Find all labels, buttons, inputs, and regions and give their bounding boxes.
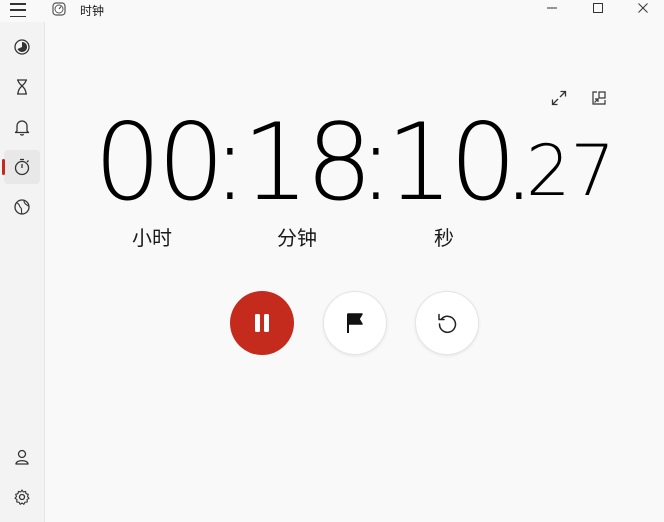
sidebar-item-world-clock[interactable]: [4, 190, 40, 224]
maximize-button[interactable]: [586, 0, 610, 16]
sidebar-item-stopwatch[interactable]: [2, 150, 40, 184]
hours-label: 小时: [132, 226, 172, 250]
minimize-button[interactable]: [540, 0, 564, 16]
seconds-label: 秒: [434, 226, 454, 250]
reset-button[interactable]: [415, 291, 479, 355]
separator-colon: :: [358, 101, 394, 224]
focus-icon: [14, 39, 30, 55]
pause-button[interactable]: [230, 291, 294, 355]
seconds-value: 10: [386, 101, 517, 224]
hours-value: 00: [94, 101, 225, 224]
compact-overlay-icon: [592, 91, 606, 105]
timer-hourglass-icon: [17, 79, 27, 95]
sidebar-item-alarm[interactable]: [4, 110, 40, 144]
compact-overlay-button[interactable]: [588, 87, 610, 109]
world-clock-icon: [14, 199, 30, 215]
centiseconds-value: 27: [526, 130, 616, 212]
close-icon: [638, 3, 648, 13]
close-button[interactable]: [631, 0, 655, 16]
sidebar-item-account[interactable]: [4, 440, 40, 474]
lap-flag-icon: [347, 313, 363, 333]
maximize-icon: [593, 3, 603, 13]
minutes-label: 分钟: [277, 226, 317, 250]
settings-gear-icon: [14, 489, 30, 505]
separator-colon: :: [212, 101, 248, 224]
hamburger-menu-icon[interactable]: [10, 3, 28, 17]
app-title: 时钟: [80, 4, 105, 18]
clock-app-icon: [52, 2, 66, 16]
account-icon: [15, 449, 29, 465]
reset-icon: [438, 313, 457, 333]
expand-icon: [551, 90, 567, 106]
stopwatch-icon: [14, 158, 30, 176]
lap-button[interactable]: [323, 291, 387, 355]
sidebar-item-settings[interactable]: [4, 480, 40, 514]
minutes-value: 18: [242, 101, 373, 224]
sidebar: [0, 22, 45, 522]
pause-icon: [255, 314, 269, 332]
sidebar-item-timer[interactable]: [4, 70, 40, 104]
sidebar-item-focus[interactable]: [4, 30, 40, 64]
minimize-icon: [547, 7, 557, 9]
alarm-bell-icon: [14, 120, 30, 136]
expand-button[interactable]: [548, 87, 570, 109]
title-bar: 时钟: [0, 0, 664, 22]
